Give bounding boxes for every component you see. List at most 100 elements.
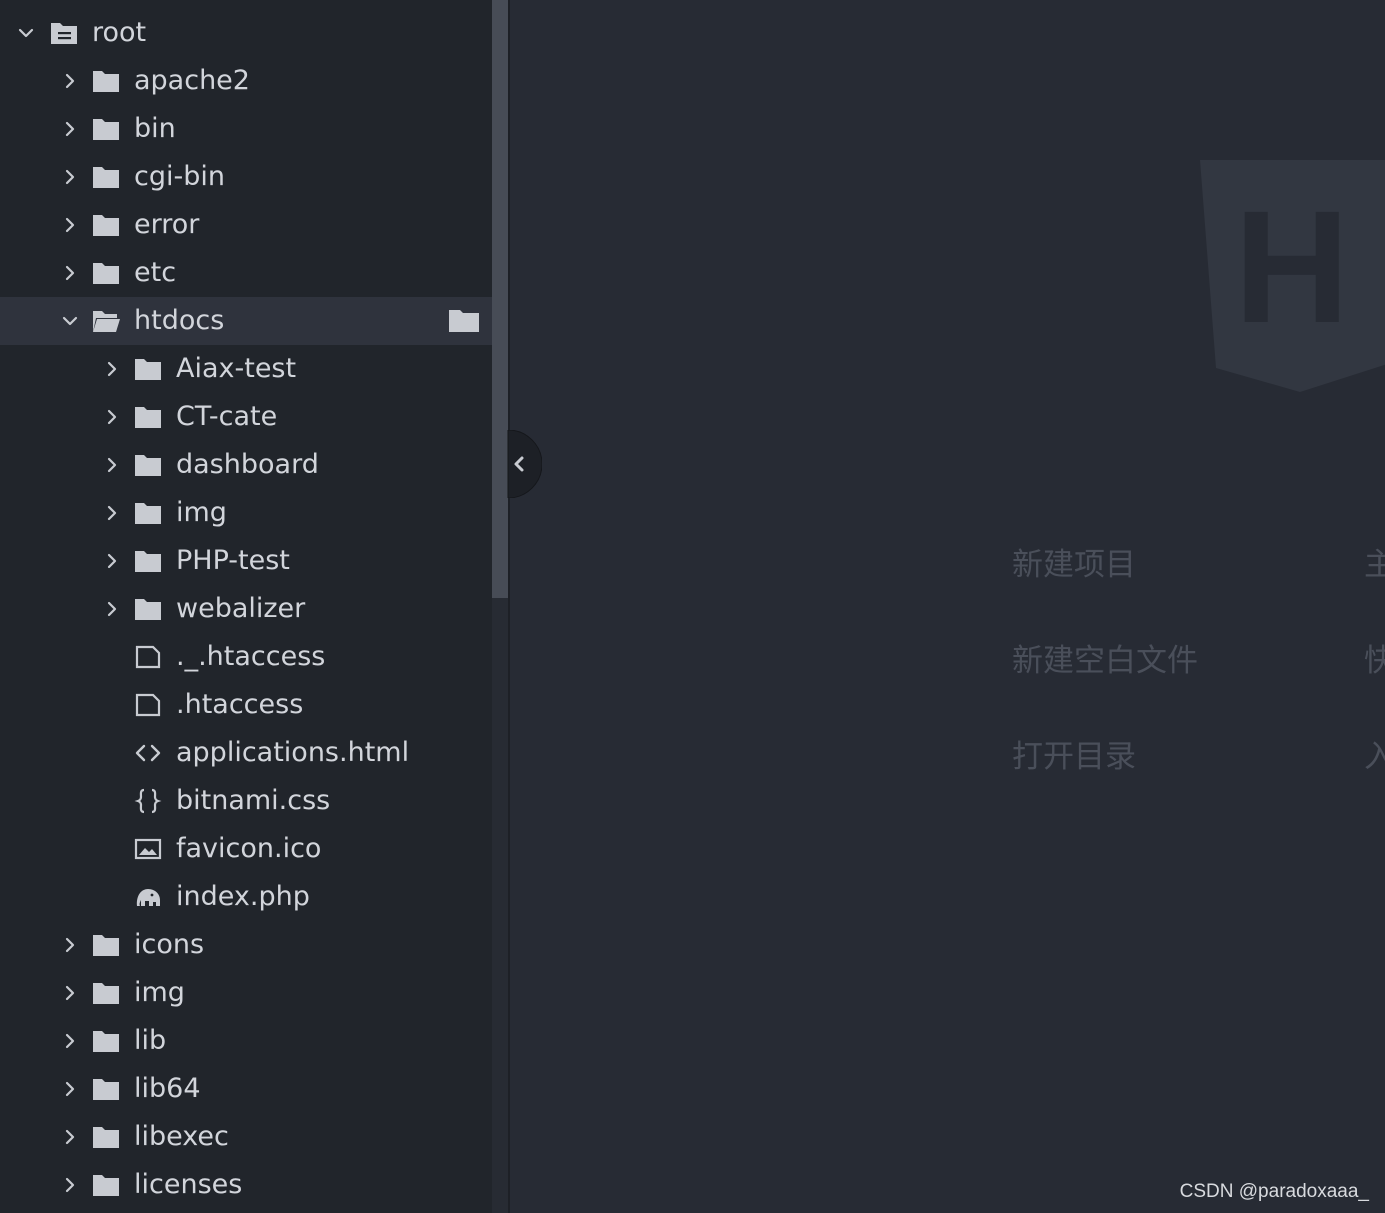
tree-item-label: CT-cate: [176, 401, 278, 432]
folder-icon: [134, 500, 162, 526]
tree-item-label: cgi-bin: [134, 161, 225, 192]
folder-icon: [92, 1172, 120, 1198]
folder-icon: [92, 164, 120, 190]
chevron-right-icon[interactable]: [62, 169, 78, 185]
folder-icon: [134, 452, 162, 478]
chevron-right-icon[interactable]: [104, 409, 120, 425]
tree-item-label: error: [134, 209, 200, 240]
tree-item-label: etc: [134, 257, 177, 288]
tree-row[interactable]: bin: [0, 105, 492, 153]
file-explorer-sidebar: root apache2 bin cgi-bin error etc htdocs Aiax-…: [0, 0, 492, 1213]
folder-icon: [92, 932, 120, 958]
tree-row[interactable]: cgi-bin: [0, 153, 492, 201]
tree-item-label: webalizer: [176, 593, 306, 624]
new-folder-icon[interactable]: [448, 309, 480, 333]
tree-row[interactable]: PHP-test: [0, 537, 492, 585]
chevron-down-icon[interactable]: [62, 313, 78, 329]
tree-item-label: PHP-test: [176, 545, 290, 576]
chevron-down-icon[interactable]: [18, 25, 34, 41]
chevron-right-icon[interactable]: [62, 985, 78, 1001]
welcome-link-right[interactable]: 快: [1364, 641, 1385, 681]
tree-row[interactable]: libexec: [0, 1113, 492, 1161]
tree-item-label: bin: [134, 113, 176, 144]
tree-item-label: dashboard: [176, 449, 319, 480]
watermark-text: CSDN @paradoxaaa_: [1179, 1181, 1369, 1202]
tree-row[interactable]: img: [0, 489, 492, 537]
welcome-pane: H 新建项目新建空白文件 打开目录 主快入 CSDN @paradoxaaa_: [510, 0, 1385, 1213]
logo-letter: H: [1234, 177, 1350, 356]
sidebar-scrollbar-thumb[interactable]: [492, 0, 508, 598]
tree-row-root[interactable]: root: [0, 9, 492, 57]
tree-item-label: bitnami.css: [176, 785, 331, 816]
tree-item-label: lib: [134, 1025, 167, 1056]
tree-row[interactable]: .htaccess: [0, 681, 492, 729]
tree-row[interactable]: lib64: [0, 1065, 492, 1113]
welcome-link-right[interactable]: 入: [1364, 737, 1385, 777]
folder-icon: [134, 404, 162, 430]
folder-icon: [92, 260, 120, 286]
folder-icon: [92, 212, 120, 238]
tree-row[interactable]: icons: [0, 921, 492, 969]
folder-icon: [134, 596, 162, 622]
chevron-right-icon[interactable]: [104, 553, 120, 569]
tree-row[interactable]: webalizer: [0, 585, 492, 633]
folder-icon: [92, 1076, 120, 1102]
tree-row[interactable]: applications.html: [0, 729, 492, 777]
tree-item-label: htdocs: [134, 305, 225, 336]
open-directory-link[interactable]: 打开目录: [1012, 737, 1136, 777]
tree-row[interactable]: Aiax-test: [0, 345, 492, 393]
blank-file-icon: [134, 644, 162, 670]
tree-row[interactable]: bitnami.css: [0, 777, 492, 825]
chevron-right-icon[interactable]: [62, 1081, 78, 1097]
welcome-link-right[interactable]: 主: [1364, 545, 1385, 585]
folder-icon: [92, 68, 120, 94]
folder-icon: [92, 980, 120, 1006]
folder-icon: [92, 1124, 120, 1150]
chevron-right-icon[interactable]: [62, 217, 78, 233]
chevron-right-icon[interactable]: [62, 121, 78, 137]
image-file-icon: [134, 836, 162, 862]
folder-icon: [134, 548, 162, 574]
tree-item-label: lib64: [134, 1073, 201, 1104]
tree-item-label: icons: [134, 929, 205, 960]
tree-row[interactable]: error: [0, 201, 492, 249]
folder-icon: [134, 356, 162, 382]
tree-item-label: applications.html: [176, 737, 410, 768]
chevron-right-icon[interactable]: [104, 505, 120, 521]
chevron-right-icon[interactable]: [62, 1033, 78, 1049]
tree-row[interactable]: ._.htaccess: [0, 633, 492, 681]
tree-row[interactable]: lib: [0, 1017, 492, 1065]
tree-row[interactable]: favicon.ico: [0, 825, 492, 873]
tree-row[interactable]: CT-cate: [0, 393, 492, 441]
tree-item-label: Aiax-test: [176, 353, 297, 384]
tree-row[interactable]: apache2: [0, 57, 492, 105]
tree-item-label: ._.htaccess: [176, 641, 326, 672]
new-blank-file-link[interactable]: 新建空白文件: [1012, 641, 1198, 681]
tree-row[interactable]: licenses: [0, 1161, 492, 1209]
folder-icon: [92, 1028, 120, 1054]
css-braces-icon: [134, 788, 162, 814]
tree-row[interactable]: htdocs: [0, 297, 492, 345]
tree-item-label: img: [134, 977, 185, 1008]
hbuilder-logo-icon: H: [1200, 160, 1385, 392]
chevron-right-icon[interactable]: [62, 1129, 78, 1145]
folder-open-icon: [92, 308, 120, 334]
tree-item-label: root: [92, 17, 147, 48]
chevron-right-icon[interactable]: [62, 1177, 78, 1193]
new-project-link[interactable]: 新建项目: [1012, 545, 1136, 585]
tree-item-label: index.php: [176, 881, 310, 912]
tree-item-label: .htaccess: [176, 689, 304, 720]
tree-row[interactable]: index.php: [0, 873, 492, 921]
chevron-right-icon[interactable]: [104, 361, 120, 377]
chevron-right-icon[interactable]: [62, 937, 78, 953]
chevron-right-icon[interactable]: [104, 601, 120, 617]
tree-row[interactable]: dashboard: [0, 441, 492, 489]
blank-file-icon: [134, 692, 162, 718]
tree-item-label: img: [176, 497, 227, 528]
chevron-right-icon[interactable]: [104, 457, 120, 473]
chevron-right-icon[interactable]: [62, 73, 78, 89]
tree-row[interactable]: etc: [0, 249, 492, 297]
tree-row[interactable]: img: [0, 969, 492, 1017]
tree-item-label: libexec: [134, 1121, 229, 1152]
chevron-right-icon[interactable]: [62, 265, 78, 281]
